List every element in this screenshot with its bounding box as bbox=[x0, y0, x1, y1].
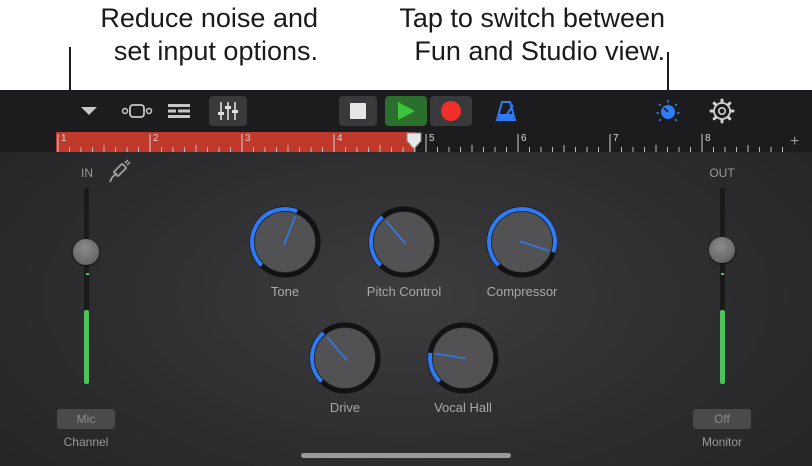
ruler-bar-number: 1 bbox=[61, 133, 67, 144]
ruler-bar-number: 8 bbox=[705, 133, 711, 144]
effect-knob[interactable] bbox=[362, 200, 446, 284]
home-indicator[interactable] bbox=[301, 453, 511, 458]
stop-button[interactable] bbox=[339, 96, 377, 126]
chevron-down-icon bbox=[81, 107, 97, 115]
effect-knob[interactable] bbox=[421, 316, 505, 400]
callout-line: Reduce noise and bbox=[100, 3, 318, 33]
instrument-view-button[interactable] bbox=[120, 96, 154, 126]
ruler-bar-number: 4 bbox=[337, 133, 343, 144]
ruler-bar-number: 5 bbox=[429, 133, 435, 144]
settings-button[interactable] bbox=[706, 96, 738, 126]
fun-studio-view-button[interactable] bbox=[652, 96, 684, 126]
stop-icon bbox=[350, 103, 366, 119]
ruler-bar-number: 2 bbox=[153, 133, 159, 144]
gear-icon bbox=[709, 98, 735, 124]
instrument-view-icon bbox=[121, 104, 153, 118]
play-button[interactable] bbox=[385, 96, 427, 126]
timeline-ruler[interactable]: 1 2 3 4 5 6 7 8 + bbox=[0, 132, 812, 152]
channel-button[interactable]: Mic bbox=[57, 409, 115, 429]
mixer-button[interactable] bbox=[209, 96, 247, 126]
callout-line: set input options. bbox=[113, 36, 318, 66]
metronome-button[interactable] bbox=[491, 96, 521, 126]
input-unity-mark bbox=[86, 273, 89, 275]
record-button[interactable] bbox=[430, 96, 472, 126]
callout-line: Tap to switch between bbox=[399, 3, 665, 33]
ruler-bar-number: 3 bbox=[245, 133, 251, 144]
output-level-fill bbox=[720, 309, 725, 384]
input-level-meter bbox=[84, 188, 89, 384]
input-cable-icon[interactable] bbox=[106, 158, 132, 184]
output-volume-slider[interactable] bbox=[709, 237, 735, 263]
input-gain-slider[interactable] bbox=[73, 239, 99, 265]
add-section-button[interactable]: + bbox=[790, 133, 799, 151]
record-icon bbox=[441, 101, 461, 121]
ruler-bar-number: 6 bbox=[521, 133, 527, 144]
input-label: IN bbox=[81, 166, 93, 180]
effect-knob-label: Vocal Hall bbox=[434, 400, 492, 415]
tracks-menu-button[interactable] bbox=[72, 96, 106, 126]
callout-line: Fun and Studio view. bbox=[414, 36, 665, 66]
output-level-meter bbox=[720, 188, 725, 384]
monitor-button[interactable]: Off bbox=[693, 409, 751, 429]
control-bar bbox=[0, 90, 812, 132]
studio-knob-icon bbox=[656, 100, 680, 122]
tracks-view-icon bbox=[168, 104, 190, 118]
effect-knob[interactable] bbox=[480, 200, 564, 284]
channel-label: Channel bbox=[63, 435, 109, 449]
garageband-audio-recorder: 1 2 3 4 5 6 7 8 + IN Mic Channel OUT Off Monito… bbox=[0, 90, 812, 466]
input-level-fill bbox=[84, 309, 89, 384]
monitor-label: Monitor bbox=[701, 435, 742, 449]
playhead-icon[interactable] bbox=[406, 132, 422, 152]
mixer-sliders-icon bbox=[218, 102, 238, 120]
metronome-icon bbox=[495, 101, 517, 121]
effect-knob[interactable] bbox=[303, 316, 387, 400]
callout-input-options: Reduce noise and set input options. bbox=[58, 2, 318, 68]
effect-knob[interactable] bbox=[243, 200, 327, 284]
ruler-bar-number: 7 bbox=[613, 133, 619, 144]
effect-knob-label: Compressor bbox=[486, 284, 558, 299]
output-unity-mark bbox=[721, 273, 724, 275]
callout-view-switch: Tap to switch between Fun and Studio vie… bbox=[360, 2, 665, 68]
output-label: OUT bbox=[709, 166, 735, 180]
tracks-view-button[interactable] bbox=[162, 96, 196, 126]
play-icon bbox=[398, 102, 415, 120]
